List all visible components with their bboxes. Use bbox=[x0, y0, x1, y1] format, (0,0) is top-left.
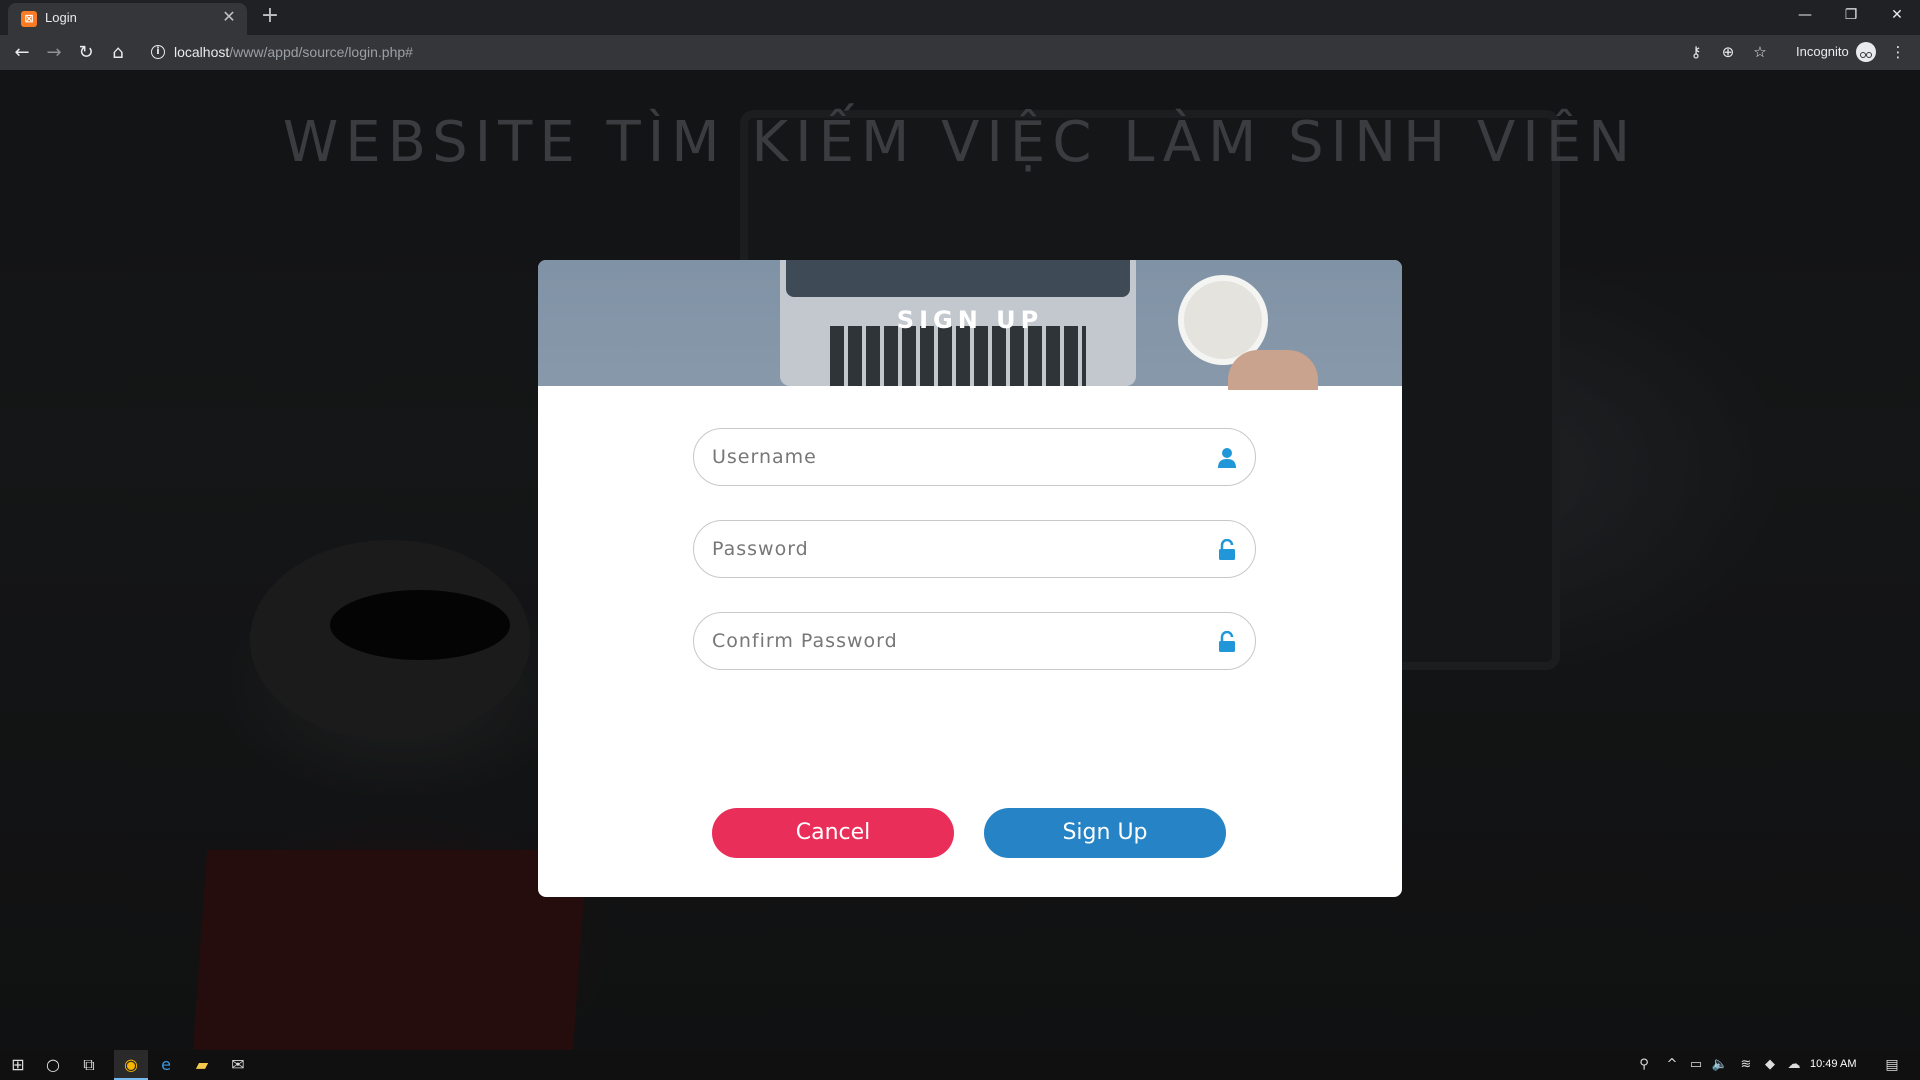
confirm-password-input[interactable] bbox=[712, 613, 1192, 669]
wifi-icon[interactable]: ≋ bbox=[1734, 1054, 1758, 1076]
incognito-label: Incognito bbox=[1796, 44, 1849, 59]
url-text[interactable]: localhost/www/appd/source/login.php# bbox=[174, 44, 413, 60]
home-button[interactable]: ⌂ bbox=[105, 40, 131, 66]
unlock-icon bbox=[1219, 539, 1235, 560]
people-icon[interactable]: ⚲ bbox=[1632, 1054, 1656, 1076]
forward-button[interactable]: → bbox=[41, 40, 67, 66]
page-background: WEBSITE TÌM KIẾM VIỆC LÀM SINH VIÊN © 20… bbox=[0, 70, 1920, 1050]
modal-title: SIGN UP bbox=[896, 306, 1044, 334]
close-window-button[interactable]: ✕ bbox=[1874, 0, 1920, 30]
signup-button[interactable]: Sign Up bbox=[984, 808, 1226, 858]
modal-header-image: SIGN UP bbox=[538, 260, 1402, 390]
password-input[interactable] bbox=[712, 521, 1192, 577]
chrome-icon[interactable]: ◉ bbox=[119, 1054, 143, 1076]
site-title: WEBSITE TÌM KIẾM VIỆC LÀM SINH VIÊN bbox=[282, 110, 1638, 175]
cloud-icon[interactable]: ☁ bbox=[1782, 1054, 1806, 1076]
unlock-icon bbox=[1219, 631, 1235, 652]
windows-start-icon[interactable]: ⊞ bbox=[6, 1054, 30, 1076]
minimize-button[interactable]: — bbox=[1782, 0, 1828, 30]
key-icon[interactable]: ⚷ bbox=[1684, 40, 1708, 64]
bookmark-star-icon[interactable]: ☆ bbox=[1748, 40, 1772, 64]
reload-button[interactable]: ↻ bbox=[73, 40, 99, 66]
user-icon bbox=[1218, 448, 1236, 468]
tab-login[interactable]: ⊠ Login ✕ bbox=[8, 3, 247, 35]
tab-close-icon[interactable]: ✕ bbox=[219, 7, 239, 27]
battery-icon[interactable]: ▭ bbox=[1684, 1054, 1708, 1076]
address-bar[interactable]: i localhost/www/appd/source/login.php# bbox=[140, 38, 1680, 67]
header-hand bbox=[1228, 350, 1318, 390]
chevron-up-icon[interactable]: ^ bbox=[1660, 1054, 1684, 1076]
browser-tab-bar: ⊠ Login ✕ + — ❐ ✕ bbox=[0, 0, 1920, 35]
signup-modal: SIGN UP Cancel Sign Up bbox=[538, 260, 1402, 897]
tab-title: Login bbox=[45, 10, 77, 25]
taskbar-clock[interactable]: 10:49 AM bbox=[1810, 1058, 1856, 1070]
info-icon[interactable]: i bbox=[151, 45, 165, 59]
action-center-icon[interactable]: ▤ bbox=[1880, 1054, 1904, 1076]
back-button[interactable]: ← bbox=[9, 40, 35, 66]
password-field[interactable] bbox=[693, 520, 1256, 578]
dropbox-icon[interactable]: ◆ bbox=[1758, 1054, 1782, 1076]
zoom-icon[interactable]: ⊕ bbox=[1716, 40, 1740, 64]
username-field[interactable] bbox=[693, 428, 1256, 486]
header-laptop-keyboard bbox=[830, 326, 1086, 386]
windows-taskbar: ⊞ ○ ⧉ ◉ e ▰ ✉ ⚲ ^ ▭ 🔈 ≋ ◆ ☁ 10:49 AM ▤ bbox=[0, 1050, 1920, 1080]
cortana-search-icon[interactable]: ○ bbox=[41, 1054, 65, 1076]
speaker-muted-icon[interactable]: 🔈 bbox=[1708, 1054, 1732, 1076]
task-view-icon[interactable]: ⧉ bbox=[77, 1054, 101, 1076]
xampp-icon: ⊠ bbox=[21, 11, 37, 27]
edge-icon[interactable]: e bbox=[154, 1054, 178, 1076]
menu-icon[interactable]: ⋮ bbox=[1886, 40, 1910, 64]
restore-button[interactable]: ❐ bbox=[1828, 0, 1874, 30]
header-laptop-screen bbox=[786, 260, 1130, 297]
username-input[interactable] bbox=[712, 429, 1192, 485]
new-tab-button[interactable]: + bbox=[258, 4, 282, 28]
cancel-button[interactable]: Cancel bbox=[712, 808, 954, 858]
file-explorer-icon[interactable]: ▰ bbox=[190, 1054, 214, 1076]
confirm-password-field[interactable] bbox=[693, 612, 1256, 670]
browser-toolbar: ← → ↻ ⌂ i localhost/www/appd/source/logi… bbox=[0, 35, 1920, 70]
incognito-icon[interactable] bbox=[1856, 42, 1876, 62]
mail-icon[interactable]: ✉ bbox=[226, 1054, 250, 1076]
